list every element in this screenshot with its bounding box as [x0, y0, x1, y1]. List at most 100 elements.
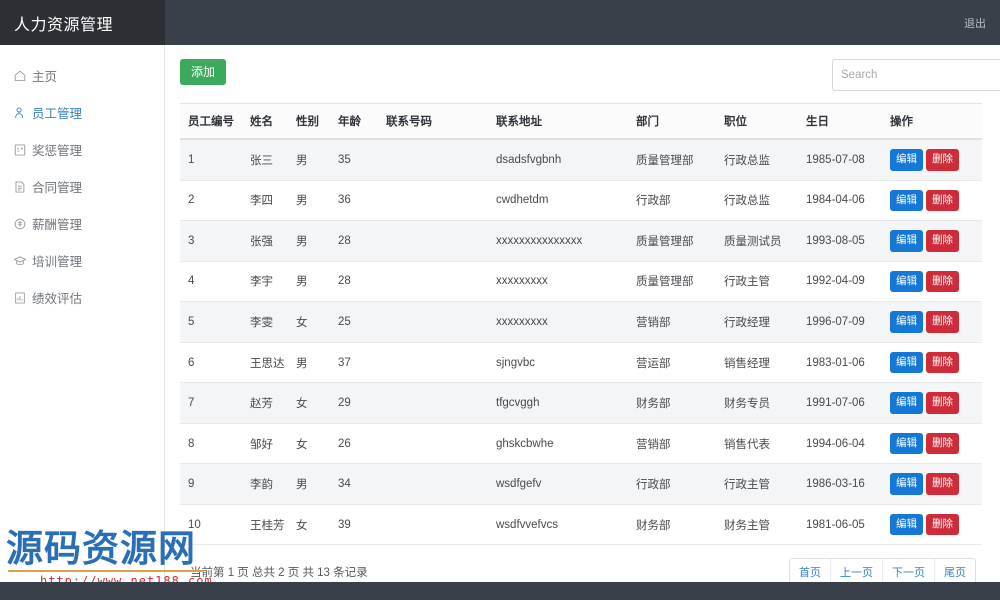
sidebar-item-salary[interactable]: 薪酬管理 — [0, 205, 164, 242]
cell-position: 销售经理 — [716, 342, 798, 384]
cell-id: 1 — [180, 139, 242, 181]
sidebar-item-performance[interactable]: 绩效评估 — [0, 279, 164, 316]
cell-birthday: 1996-07-09 — [798, 301, 882, 343]
cell-address: dsadsfvgbnh — [488, 139, 628, 181]
cell-actions: 编辑 删除 — [882, 342, 982, 384]
edit-button[interactable]: 编辑 — [890, 189, 923, 212]
cell-actions: 编辑 删除 — [882, 139, 982, 181]
employee-table: 员工编号 姓名 性别 年龄 联系号码 联系地址 部门 职位 生日 操作 1 张三男… — [180, 103, 982, 546]
cell-birthday: 1994-06-04 — [798, 423, 882, 465]
sidebar-item-label-home: 主页 — [32, 70, 58, 84]
sidebar-item-reward-punish[interactable]: 奖惩管理 — [0, 131, 164, 168]
cell-name: 李韵 — [242, 463, 288, 505]
cell-id: 9 — [180, 463, 242, 505]
sidebar-item-label-training: 培训管理 — [32, 255, 83, 269]
cell-phone — [378, 139, 488, 181]
sidebar-item-label-performance: 绩效评估 — [32, 292, 83, 306]
cell-address: tfgcvggh — [488, 382, 628, 424]
cell-name: 王桂芳 — [242, 504, 288, 546]
edit-button[interactable]: 编辑 — [890, 513, 923, 536]
sidebar-item-training[interactable]: 培训管理 — [0, 242, 164, 279]
delete-button[interactable]: 删除 — [926, 270, 959, 293]
document-icon — [12, 179, 27, 194]
cell-sex: 女 — [288, 423, 330, 465]
table-head: 员工编号 姓名 性别 年龄 联系号码 联系地址 部门 职位 生日 操作 — [180, 103, 982, 140]
logout-link[interactable]: 退出 — [964, 15, 986, 31]
content-toolbar: 添加 — [180, 59, 1000, 103]
cell-birthday: 1986-03-16 — [798, 463, 882, 505]
cell-birthday: 1981-06-05 — [798, 504, 882, 546]
cell-position: 行政经理 — [716, 301, 798, 343]
table-row: 3 张强男 28 xxxxxxxxxxxxxxx 质量管理部 质量测试员 1993-08-0… — [180, 220, 982, 262]
cell-age: 26 — [330, 423, 378, 465]
cell-position: 财务专员 — [716, 382, 798, 424]
edit-button[interactable]: 编辑 — [890, 473, 923, 495]
col-header-id: 员工编号 — [180, 103, 242, 140]
cell-position: 行政总监 — [716, 180, 798, 222]
cell-name: 张三 — [242, 139, 288, 181]
col-header-sex: 性别 — [288, 103, 330, 140]
cell-phone — [378, 463, 488, 505]
col-header-phone: 联系号码 — [378, 103, 488, 140]
add-button[interactable]: 添加 — [180, 59, 227, 85]
table-row: 4 李宇男 28 xxxxxxxxx 质量管理部 行政主管 1992-04-09 编辑 删除 — [180, 261, 982, 303]
edit-button[interactable]: 编辑 — [890, 230, 923, 252]
search-group — [832, 59, 1000, 91]
edit-button[interactable]: 编辑 — [890, 311, 923, 333]
edit-button[interactable]: 编辑 — [890, 392, 923, 414]
cell-name: 张强 — [242, 220, 288, 262]
cell-name: 王思达 — [242, 342, 288, 384]
cell-birthday: 1983-01-06 — [798, 342, 882, 384]
search-input[interactable] — [832, 59, 1000, 91]
cell-actions: 编辑 删除 — [882, 463, 982, 505]
cell-address: wsdfgefv — [488, 463, 628, 505]
delete-button[interactable]: 删除 — [926, 149, 959, 171]
sidebar-item-label-contract: 合同管理 — [32, 181, 83, 195]
cell-actions: 编辑 删除 — [882, 220, 982, 262]
delete-button[interactable]: 删除 — [926, 189, 959, 212]
cell-dept: 财务部 — [628, 382, 716, 424]
delete-button[interactable]: 删除 — [926, 432, 959, 455]
cell-age: 28 — [330, 261, 378, 303]
delete-button[interactable]: 删除 — [926, 473, 959, 495]
cell-birthday: 1992-04-09 — [798, 261, 882, 303]
cell-sex: 男 — [288, 342, 330, 384]
col-header-dept: 部门 — [628, 103, 716, 140]
home-icon — [12, 68, 27, 83]
user-icon — [12, 105, 27, 120]
col-header-address: 联系地址 — [488, 103, 628, 140]
cell-birthday: 1984-04-06 — [798, 180, 882, 222]
clipboard-icon — [12, 142, 27, 157]
sidebar-item-contract[interactable]: 合同管理 — [0, 168, 164, 205]
cell-position: 质量测试员 — [716, 220, 798, 262]
sidebar-item-home[interactable]: 主页 — [0, 57, 164, 94]
edit-button[interactable]: 编辑 — [890, 432, 923, 455]
delete-button[interactable]: 删除 — [926, 230, 959, 252]
cell-age: 34 — [330, 463, 378, 505]
table-body: 1 张三男 35 dsadsfvgbnh 质量管理部 行政总监 1985-07-08 编辑 删除… — [180, 139, 982, 546]
table-row: 5 李雯女 25 xxxxxxxxx 营销部 行政经理 1996-07-09 编辑 删除 — [180, 301, 982, 343]
cell-name: 邹好 — [242, 423, 288, 465]
page-info-text: 当前第 1 页 总共 2 页 共 13 条记录 — [190, 567, 368, 580]
cell-dept: 营销部 — [628, 423, 716, 465]
cell-position: 行政总监 — [716, 139, 798, 181]
sidebar-nav: 主页 员工管理 奖惩管理 合同管理 薪酬管理 培训管理 绩效评估 — [0, 45, 165, 600]
delete-button[interactable]: 删除 — [926, 351, 959, 374]
cell-name: 赵芳 — [242, 382, 288, 424]
sidebar-item-employee[interactable]: 员工管理 — [0, 94, 164, 131]
cell-age: 25 — [330, 301, 378, 343]
cell-name: 李宇 — [242, 261, 288, 303]
navbar-right-area: 退出 — [165, 0, 1000, 45]
cell-address: ghskcbwhe — [488, 423, 628, 465]
delete-button[interactable]: 删除 — [926, 311, 959, 333]
edit-button[interactable]: 编辑 — [890, 270, 923, 293]
delete-button[interactable]: 删除 — [926, 392, 959, 414]
cell-sex: 女 — [288, 504, 330, 546]
cell-birthday: 1993-08-05 — [798, 220, 882, 262]
cell-phone — [378, 423, 488, 465]
delete-button[interactable]: 删除 — [926, 513, 959, 536]
edit-button[interactable]: 编辑 — [890, 351, 923, 374]
edit-button[interactable]: 编辑 — [890, 149, 923, 171]
cell-dept: 财务部 — [628, 504, 716, 546]
cell-birthday: 1985-07-08 — [798, 139, 882, 181]
